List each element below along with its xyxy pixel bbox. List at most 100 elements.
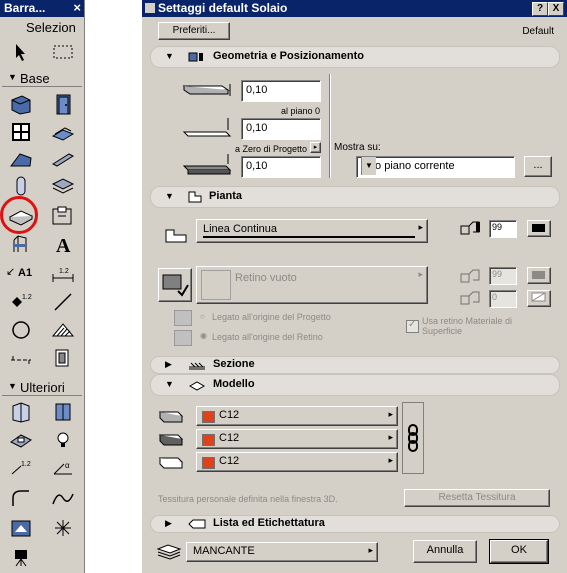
dialog-title-bar[interactable]: Settaggi default Solaio ? X — [142, 0, 567, 17]
line-preview — [203, 236, 415, 238]
toolbox-title-bar[interactable]: Barra... × — [0, 0, 84, 17]
svg-text:1.2: 1.2 — [59, 268, 69, 275]
circle-tool-icon[interactable] — [8, 318, 34, 342]
hotspot-tool-icon[interactable] — [50, 516, 76, 540]
show-on-label: Mostra su: — [334, 142, 381, 153]
pen-icon — [459, 220, 483, 239]
camera-tool-icon[interactable] — [8, 544, 34, 568]
show-on-select[interactable]: solo piano corrente ▼ — [356, 156, 515, 178]
favorites-button[interactable]: Preferiti... — [158, 22, 230, 40]
zone-tool-icon[interactable] — [50, 204, 76, 228]
curtain-wall-icon[interactable] — [8, 400, 34, 424]
project-origin-icon — [174, 310, 192, 326]
dimension-tool-icon[interactable]: 1.2 — [50, 262, 76, 286]
radio-project-origin[interactable]: ○ — [200, 312, 205, 321]
chevron-right-icon: ▸ — [368, 545, 373, 555]
chevron-down-icon: ▼ — [361, 157, 376, 175]
svg-text:1.2: 1.2 — [22, 294, 32, 301]
section-header-section[interactable]: ▶ Sezione — [150, 356, 560, 374]
model-icon — [187, 378, 207, 395]
floors-dots-button[interactable]: ... — [524, 156, 552, 177]
background-pen-field[interactable]: 0 — [489, 290, 517, 308]
line-tool-icon[interactable] — [50, 290, 76, 314]
collapse-arrow-icon: ▶ — [165, 359, 172, 369]
angle-tool-icon[interactable]: α — [50, 456, 76, 480]
reset-texture-button[interactable]: Resetta Tessitura — [404, 489, 550, 507]
chevron-right-icon: ▸ — [418, 222, 423, 232]
expand-arrow-icon: ▼ — [165, 51, 174, 61]
dialog-title: Settaggi default Solaio — [158, 1, 288, 15]
slab-offset-icon — [182, 154, 234, 179]
figure-tool-icon[interactable] — [8, 516, 34, 540]
layer-value: MANCANTE — [193, 545, 255, 557]
thickness-field[interactable]: 0,10 — [241, 80, 321, 102]
object-tool-icon[interactable] — [8, 232, 34, 256]
geometry-divider — [329, 74, 330, 178]
edge-material-popup[interactable]: C12 ▸ — [196, 429, 398, 449]
fill-type-button[interactable] — [158, 268, 192, 302]
fill-type-popup[interactable]: Retino vuoto ▸ — [196, 266, 428, 304]
toolbox-section-base[interactable]: ▼ Base — [2, 70, 82, 87]
layer-popup[interactable]: MANCANTE ▸ — [186, 542, 378, 562]
fill-pen-icon — [459, 268, 483, 287]
stair-tool-icon[interactable] — [50, 120, 76, 144]
arrow-tool-icon[interactable] — [8, 40, 34, 64]
toolbox-close-button[interactable]: × — [73, 0, 81, 15]
geometry-icon — [187, 50, 207, 67]
toolbox-section-more[interactable]: ▼ Ulteriori — [2, 379, 82, 396]
material-swatch — [202, 411, 215, 423]
mesh-tool-icon[interactable] — [50, 174, 76, 198]
window-tool-icon[interactable] — [8, 120, 34, 144]
selection-section-label: Selezion — [26, 20, 76, 35]
marquee-tool-icon[interactable] — [50, 40, 76, 64]
column-tool-icon[interactable] — [8, 174, 34, 198]
edge-surface-icon — [158, 431, 184, 450]
bottom-material-value: C12 — [219, 455, 240, 467]
fill-pen-field[interactable]: 99 — [489, 267, 517, 285]
expand-arrow-icon: ▼ — [165, 191, 174, 201]
level-field[interactable]: 0,10 — [241, 118, 321, 140]
label-tool-icon[interactable]: ↙ A1 — [6, 262, 40, 286]
cancel-button[interactable]: Annulla — [413, 540, 477, 563]
angle-dimension-icon[interactable]: 1.2 — [8, 456, 34, 480]
line-type-popup[interactable]: Linea Continua ▸ — [196, 219, 428, 243]
wall-tool-icon[interactable] — [8, 92, 34, 116]
use-material-fill-checkbox[interactable]: ✓ — [406, 319, 419, 333]
contour-icon — [164, 228, 188, 247]
skylight-icon[interactable] — [8, 428, 34, 452]
section-header-listing[interactable]: ▶ Lista ed Etichettatura — [150, 515, 560, 533]
level-dimension-icon[interactable]: 1.2 — [8, 290, 34, 314]
elevation-tool-icon[interactable] — [50, 346, 76, 370]
zero-reference-dropdown[interactable]: ▸ — [310, 142, 321, 153]
window-frame-icon[interactable] — [50, 400, 76, 424]
expand-arrow-icon: ▼ — [165, 379, 174, 389]
chain-link-toggle[interactable] — [402, 402, 424, 474]
background-pen-color-button[interactable] — [527, 290, 551, 307]
offset-field[interactable]: 0,10 — [241, 156, 321, 178]
radio-fill-origin[interactable]: ◉ — [200, 331, 207, 340]
toolbox-palette: Barra... × Selezion ▼ Base A ↙ A1 1.2 1.… — [0, 0, 85, 573]
section-label-base: Base — [20, 71, 50, 86]
label-tool-text: A1 — [18, 267, 33, 279]
line-pen-field[interactable]: 99 — [489, 220, 517, 238]
line-pen-color-button[interactable] — [527, 220, 551, 237]
section-header-plan[interactable]: ▼ Pianta — [150, 186, 560, 208]
section-tool-icon[interactable] — [8, 346, 34, 370]
fill-tool-icon[interactable] — [50, 318, 76, 342]
lamp-tool-icon[interactable] — [50, 428, 76, 452]
spline-tool-icon[interactable] — [50, 486, 76, 510]
section-header-geometry[interactable]: ▼ Geometria e Posizionamento — [150, 46, 560, 68]
section-header-model[interactable]: ▼ Modello — [150, 374, 560, 396]
ok-button[interactable]: OK — [489, 539, 549, 564]
beam-tool-icon[interactable] — [50, 148, 76, 172]
roof-tool-icon[interactable] — [8, 148, 34, 172]
fill-pen-color-button[interactable] — [527, 267, 551, 284]
text-tool-icon[interactable]: A — [50, 232, 76, 256]
level-value: 0,10 — [246, 122, 268, 134]
top-material-popup[interactable]: C12 ▸ — [196, 406, 398, 426]
door-tool-icon[interactable] — [50, 92, 76, 116]
arc-tool-icon[interactable] — [8, 486, 34, 510]
help-button[interactable]: ? — [532, 2, 548, 16]
close-button[interactable]: X — [548, 2, 564, 16]
bottom-material-popup[interactable]: C12 ▸ — [196, 452, 398, 472]
